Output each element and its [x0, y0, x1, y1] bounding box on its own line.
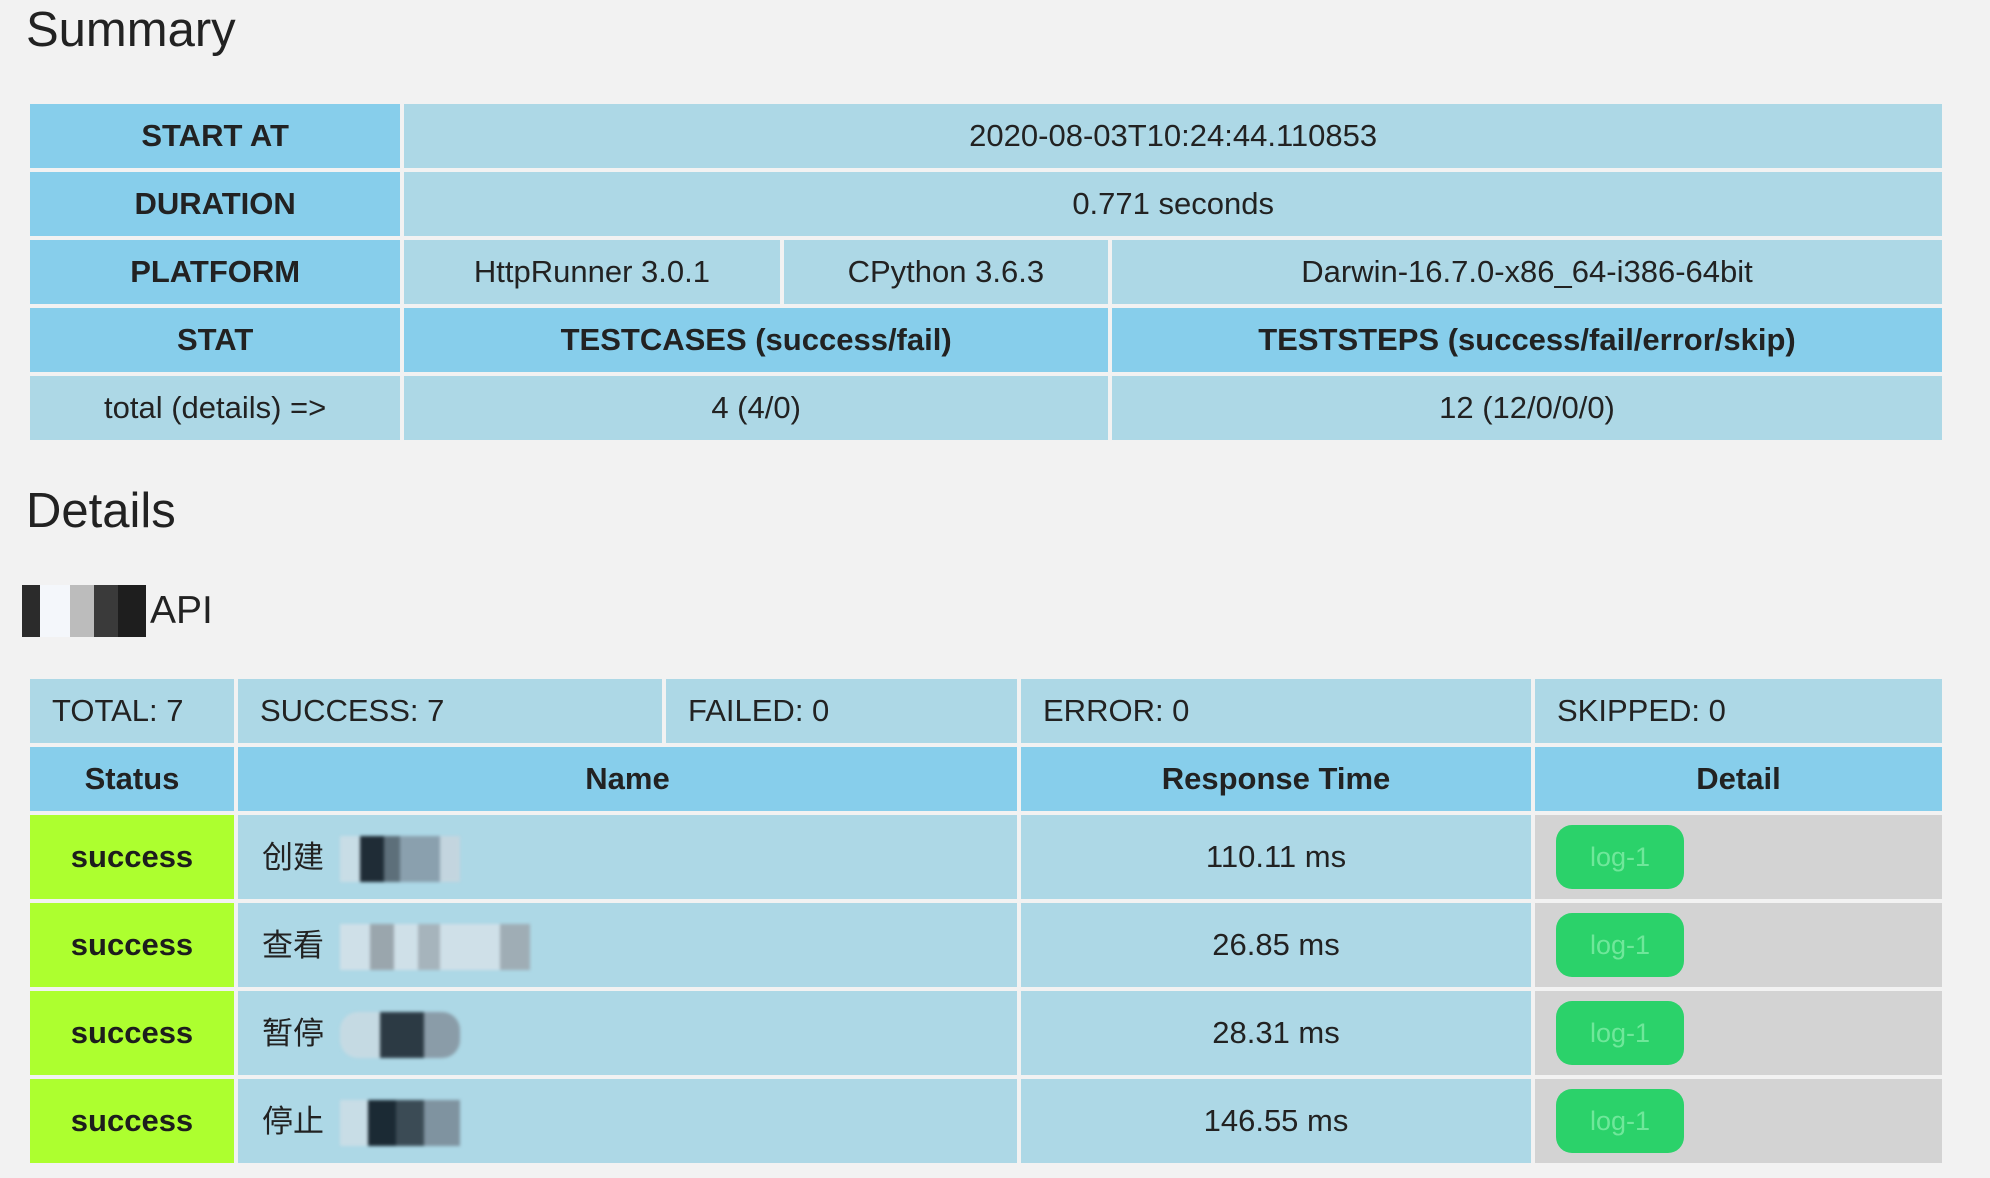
stat-label: STAT: [30, 308, 401, 372]
log-button[interactable]: log-1: [1556, 1001, 1684, 1065]
platform-label: PLATFORM: [30, 240, 401, 304]
platform-httprunner: HttpRunner 3.0.1: [404, 240, 780, 304]
suite-name: API: [150, 589, 213, 632]
start-at-value: 2020-08-03T10:24:44.110853: [404, 104, 1942, 168]
stat-skipped: SKIPPED: 0: [1535, 679, 1942, 743]
start-at-label: START AT: [30, 104, 401, 168]
redacted-text: [340, 1012, 460, 1059]
redacted-text: [340, 1100, 460, 1147]
duration-label: DURATION: [30, 172, 401, 236]
redacted-suite-name: [22, 585, 146, 637]
log-button[interactable]: log-1: [1556, 825, 1684, 889]
step-name: 查看: [262, 927, 324, 963]
log-button[interactable]: log-1: [1556, 1089, 1684, 1153]
column-response-time: Response Time: [1021, 747, 1531, 811]
suite-stats-row: TOTAL: 7 SUCCESS: 7 FAILED: 0 ERROR: 0 S…: [30, 679, 1942, 743]
detail-cell: log-1: [1535, 815, 1942, 899]
response-time: 146.55 ms: [1021, 1079, 1531, 1163]
start-at-row: START AT 2020-08-03T10:24:44.110853: [30, 104, 1942, 168]
column-status: Status: [30, 747, 234, 811]
step-name-cell: 查看: [238, 903, 1017, 987]
column-detail: Detail: [1535, 747, 1942, 811]
step-name: 停止: [262, 1103, 324, 1139]
testcases-label: TESTCASES (success/fail): [404, 308, 1108, 372]
teststeps-label: TESTSTEPS (success/fail/error/skip): [1111, 308, 1942, 372]
testcases-value: 4 (4/0): [404, 376, 1108, 440]
details-table: TOTAL: 7 SUCCESS: 7 FAILED: 0 ERROR: 0 S…: [26, 675, 1946, 1167]
step-name: 创建: [262, 839, 324, 875]
redacted-text: [340, 924, 530, 971]
detail-cell: log-1: [1535, 903, 1942, 987]
detail-cell: log-1: [1535, 1079, 1942, 1163]
step-name: 暂停: [262, 1015, 324, 1051]
platform-python: CPython 3.6.3: [783, 240, 1108, 304]
step-name-cell: 暂停: [238, 991, 1017, 1075]
status-badge: success: [30, 1079, 234, 1163]
detail-cell: log-1: [1535, 991, 1942, 1075]
details-header-row: Status Name Response Time Detail: [30, 747, 1942, 811]
suite-title: API: [22, 585, 213, 637]
table-row: success 停止 146.55 ms log-1: [30, 1079, 1942, 1163]
summary-table: START AT 2020-08-03T10:24:44.110853 DURA…: [26, 100, 1946, 444]
response-time: 28.31 ms: [1021, 991, 1531, 1075]
duration-row: DURATION 0.771 seconds: [30, 172, 1942, 236]
details-heading: Details: [26, 484, 176, 538]
total-label: total (details) =>: [30, 376, 401, 440]
table-row: success 查看 26.85 ms log-1: [30, 903, 1942, 987]
response-time: 110.11 ms: [1021, 815, 1531, 899]
redacted-text: [340, 836, 460, 883]
platform-os: Darwin-16.7.0-x86_64-i386-64bit: [1111, 240, 1942, 304]
summary-heading: Summary: [26, 3, 236, 57]
stat-error: ERROR: 0: [1021, 679, 1531, 743]
table-row: success 创建 110.11 ms log-1: [30, 815, 1942, 899]
total-row: total (details) => 4 (4/0) 12 (12/0/0/0): [30, 376, 1942, 440]
table-row: success 暂停 28.31 ms log-1: [30, 991, 1942, 1075]
duration-value: 0.771 seconds: [404, 172, 1942, 236]
column-name: Name: [238, 747, 1017, 811]
status-badge: success: [30, 903, 234, 987]
step-name-cell: 创建: [238, 815, 1017, 899]
stat-header-row: STAT TESTCASES (success/fail) TESTSTEPS …: [30, 308, 1942, 372]
step-name-cell: 停止: [238, 1079, 1017, 1163]
stat-failed: FAILED: 0: [666, 679, 1017, 743]
stat-success: SUCCESS: 7: [238, 679, 662, 743]
platform-row: PLATFORM HttpRunner 3.0.1 CPython 3.6.3 …: [30, 240, 1942, 304]
teststeps-value: 12 (12/0/0/0): [1111, 376, 1942, 440]
response-time: 26.85 ms: [1021, 903, 1531, 987]
status-badge: success: [30, 815, 234, 899]
log-button[interactable]: log-1: [1556, 913, 1684, 977]
stat-total: TOTAL: 7: [30, 679, 234, 743]
status-badge: success: [30, 991, 234, 1075]
